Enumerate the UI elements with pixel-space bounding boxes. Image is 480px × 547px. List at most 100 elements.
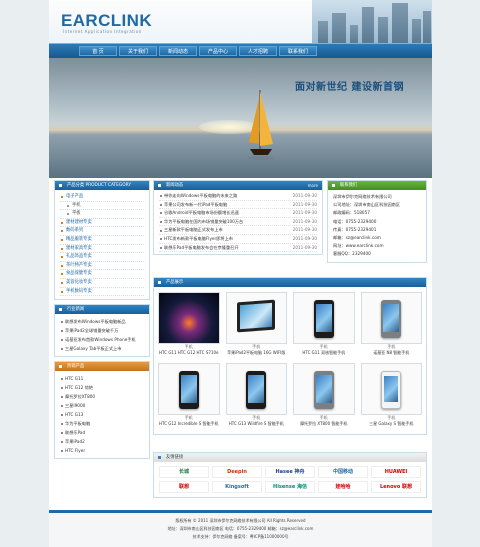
sailboat-icon [248, 90, 274, 160]
skyline-image [312, 0, 432, 43]
product-title[interactable]: 苹果iPad2平板电脑 16G WIFI版 [226, 349, 288, 360]
news-item[interactable]: 三星新款平板电脑正式发布上市 2011-09-30 [159, 226, 317, 235]
industry-news-item[interactable]: 诺基亚发布首款Windows Phone手机 [60, 335, 144, 344]
phone-screen [248, 375, 265, 403]
logo[interactable]: EARCLINK [61, 12, 152, 29]
hot-product-item[interactable]: 摩托罗拉XT800 [60, 392, 144, 401]
news-item[interactable]: 谷歌Android平板电脑市场份额增长迅速 2011-09-30 [159, 209, 317, 218]
news-item-title[interactable]: 华为平板电脑在国内市场销量突破100万台 [159, 218, 243, 226]
news-item-title[interactable]: 谷歌Android平板电脑市场份额增长迅速 [159, 209, 239, 217]
partner-logo[interactable]: 中国移动 [318, 466, 368, 478]
hot-product-item[interactable]: 三星I9000 [60, 401, 144, 410]
news-item-title[interactable]: HTC发布新款平板电脑Flyer即将上市 [159, 235, 233, 243]
hot-product-item[interactable]: 苹果iPad2 [60, 437, 144, 446]
category-item[interactable]: 手机数码专卖 [60, 288, 144, 297]
partner-logo[interactable]: Hasee 神舟 [265, 466, 315, 478]
product-title[interactable]: HTC G11 双核智能手机 [293, 349, 355, 360]
slogan: Internet Application Integration [63, 28, 142, 34]
contact-header: 联系我们 [328, 181, 426, 190]
product-title[interactable]: HTC G13 Wildfire S 智能手机 [226, 420, 288, 431]
news-item-title[interactable]: 苹果公司发布新一代iPad平板电脑 [159, 201, 227, 209]
product-title[interactable]: HTC G11 HTC G12 HTC S710e [158, 349, 220, 360]
product-title[interactable]: 摩托罗拉 XT800 智能手机 [293, 420, 355, 431]
category-item[interactable]: 茶叶特产专卖 [60, 262, 144, 271]
product-image[interactable] [360, 292, 422, 344]
category-item[interactable]: 食品保健专卖 [60, 270, 144, 279]
hot-product-item[interactable]: HTC G11 [60, 374, 144, 383]
product-card[interactable]: 手机 HTC G11 双核智能手机 [293, 292, 355, 360]
product-image[interactable] [225, 292, 287, 344]
product-image[interactable] [360, 363, 422, 415]
partner-logo[interactable]: Hisense 海信 [265, 481, 315, 493]
hot-product-item[interactable]: HTC Flyer [60, 446, 144, 455]
hot-products-title: 热销产品 [67, 364, 85, 370]
product-title[interactable]: HTC G12 Incredible S 智能手机 [158, 420, 220, 431]
news-item-title[interactable]: 联想乐Pad平板电脑发布会在京隆重召开 [159, 244, 239, 252]
category-item[interactable]: 美容化妆专卖 [60, 279, 144, 288]
industry-news-item[interactable]: 苹果iPad2全球销量突破千万 [60, 326, 144, 335]
news-header: 新闻动态 more [154, 181, 322, 190]
partner-logo[interactable]: Kingsoft [212, 481, 262, 493]
product-grid: 手机 HTC G11 HTC G12 HTC S710e 手机 苹果iPad2平板电脑… [154, 287, 426, 434]
category-item[interactable]: 精品服装专卖 [60, 236, 144, 245]
product-card[interactable]: 手机 苹果iPad2平板电脑 16G WIFI版 [225, 292, 288, 360]
product-image[interactable] [158, 292, 220, 344]
tablet-screen [240, 302, 273, 330]
news-item[interactable]: 联想乐Pad平板电脑发布会在京隆重召开 2011-09-30 [159, 244, 317, 253]
partner-logo[interactable]: HUAWEI [371, 466, 421, 478]
news-section: 新闻动态 more 带你走向Windows平板电脑的未来之路 2011-09-30 苹… [153, 180, 323, 256]
category-item[interactable]: 礼品饰品专卖 [60, 253, 144, 262]
contact-line: 传真：0755-2329401 [333, 226, 377, 232]
page: EARCLINK Internet Application Integratio… [49, 0, 432, 547]
category-header: 产品分类 PRODUCT CATEGORY [55, 181, 149, 190]
product-card[interactable]: 手机 HTC G12 Incredible S 智能手机 [158, 363, 220, 431]
nav-news[interactable]: 新闻动态 [159, 46, 197, 56]
news-item[interactable]: 苹果公司发布新一代iPad平板电脑 2011-09-30 [159, 201, 317, 210]
hot-product-item[interactable]: 联想乐Pad [60, 428, 144, 437]
partner-logo[interactable]: 联想 [159, 481, 209, 493]
product-title[interactable]: 三星 Galaxy S 智能手机 [361, 420, 423, 431]
product-card[interactable]: 手机 HTC G11 HTC G12 HTC S710e [158, 292, 220, 360]
product-card[interactable]: 手机 诺基亚 N8 智能手机 [360, 292, 423, 360]
category-item[interactable]: 手机 [60, 202, 144, 211]
product-image[interactable] [158, 363, 220, 415]
category-item[interactable]: 平板 [60, 210, 144, 219]
category-item[interactable]: 建材家具专卖 [60, 245, 144, 254]
nav-about[interactable]: 关于我们 [119, 46, 157, 56]
nav-contact[interactable]: 联系我们 [279, 46, 317, 56]
nav-jobs[interactable]: 人才招聘 [239, 46, 277, 56]
hot-products-box: 热销产品 HTC G11 HTC G12 惊艳 摩托罗拉XT800 三星I9000 HT… [54, 361, 150, 460]
partner-logo[interactable]: 娃哈哈 [318, 481, 368, 493]
industry-news-header: 行业新闻 [55, 305, 149, 315]
product-image[interactable] [293, 292, 355, 344]
partner-logo-grid: 长城 Deepin Hasee 神舟 中国移动 HUAWEI 联想 Kingsoft Hise… [154, 462, 426, 497]
partner-logo[interactable]: 长城 [159, 466, 209, 478]
hot-product-item[interactable]: HTC G13 [60, 410, 144, 419]
news-item[interactable]: HTC发布新款平板电脑Flyer即将上市 2011-09-30 [159, 235, 317, 244]
news-item[interactable]: 华为平板电脑在国内市场销量突破100万台 2011-09-30 [159, 218, 317, 227]
category-item[interactable]: 建材建材专卖 [60, 219, 144, 228]
links-header: 友情链接 [154, 453, 426, 462]
industry-news-item[interactable]: 联想发布Windows平板电脑新品 [60, 317, 144, 326]
news-item-title[interactable]: 带你走向Windows平板电脑的未来之路 [159, 192, 237, 200]
product-card[interactable]: 手机 摩托罗拉 XT800 智能手机 [293, 363, 355, 431]
industry-news-item[interactable]: 三星Galaxy Tab平板正式上市 [60, 344, 144, 353]
product-image[interactable] [225, 363, 287, 415]
news-more-link[interactable]: more [308, 181, 318, 190]
nav-home[interactable]: 首 页 [79, 46, 117, 56]
news-item[interactable]: 带你走向Windows平板电脑的未来之路 2011-09-30 [159, 192, 317, 201]
category-item[interactable]: 数码系列 [60, 227, 144, 236]
product-image[interactable] [293, 363, 355, 415]
contact-line: 深圳市伊尔克网络技术有限公司 [333, 194, 392, 199]
partner-logo[interactable]: Lenovo 联想 [371, 481, 421, 493]
product-card[interactable]: 手机 三星 Galaxy S 智能手机 [360, 363, 423, 431]
news-item-title[interactable]: 三星新款平板电脑正式发布上市 [159, 226, 223, 234]
hot-product-item[interactable]: 华为平板电脑 [60, 419, 144, 428]
nav-products[interactable]: 产品中心 [199, 46, 237, 56]
category-item[interactable]: 电子产品 [60, 193, 144, 202]
category-box: 产品分类 PRODUCT CATEGORY 电子产品 手机 平板 建材建材专卖 数码系列… [54, 180, 150, 301]
partner-logo[interactable]: Deepin [212, 466, 262, 478]
product-title[interactable]: 诺基亚 N8 智能手机 [361, 349, 423, 360]
hot-product-item[interactable]: HTC G12 惊艳 [60, 383, 144, 392]
product-card[interactable]: 手机 HTC G13 Wildfire S 智能手机 [225, 363, 288, 431]
